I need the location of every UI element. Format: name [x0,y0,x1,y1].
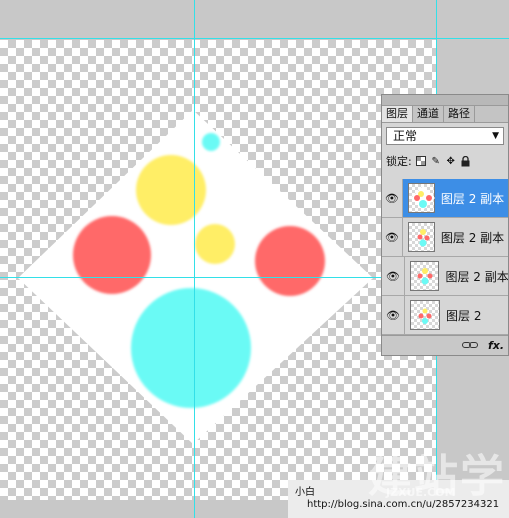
circle-yellow-small [195,224,235,264]
layer-name: 图层 2 副本 [445,269,508,284]
lock-all-icon[interactable] [460,155,472,167]
circle-yellow-large [136,155,206,225]
layer-row[interactable]: 👁 图层 2 副本 2 [382,218,508,257]
layer-row[interactable]: 👁 图层 2 [382,296,508,335]
blend-mode-value: 正常 [393,129,418,143]
guide-horizontal-top[interactable] [0,38,509,39]
circle-cyan-small [202,133,220,151]
author-caption: 小白 [295,487,315,498]
guide-vertical[interactable] [194,0,195,518]
artwork [18,110,373,444]
eye-icon[interactable]: 👁 [382,296,405,334]
chevron-down-icon: ▼ [492,131,499,141]
panel-tabs: 图层 通道 路径 [382,106,508,123]
layer-name: 图层 2 [446,308,482,323]
panel-titlebar[interactable] [382,95,508,106]
lock-move-icon[interactable]: ✥ [445,155,457,167]
circle-cyan-large [131,288,251,408]
circle-red-left [73,216,151,294]
lock-brush-icon[interactable]: ✎ [430,155,442,167]
eye-icon[interactable]: 👁 [382,257,405,295]
circle-red-right [255,226,325,296]
tab-channels[interactable]: 通道 [413,106,444,122]
eye-icon[interactable]: 👁 [382,179,403,217]
layers-panel: 图层 通道 路径 正常 ▼ 锁定: ✎ ✥ 👁 图层 2 副本 3 👁 [381,94,509,356]
layer-row[interactable]: 👁 图层 2 副本 [382,257,508,296]
tab-paths[interactable]: 路径 [444,106,475,122]
tab-layers[interactable]: 图层 [382,106,413,122]
eye-icon[interactable]: 👁 [382,218,403,256]
blog-url[interactable]: http://blog.sina.com.cn/u/2857234321 [307,499,499,510]
fx-icon[interactable]: fx. [488,339,504,352]
layers-list: 👁 图层 2 副本 3 👁 图层 2 副本 2 👁 图层 2 副本 👁 [382,179,508,335]
layer-row[interactable]: 👁 图层 2 副本 3 [382,179,508,218]
layer-thumbnail [410,300,440,330]
layer-name: 图层 2 副本 3 [440,191,508,206]
lock-label: 锁定: [386,155,412,168]
link-icon[interactable] [461,339,478,352]
blend-mode-select[interactable]: 正常 ▼ [386,127,504,145]
lock-transparent-icon[interactable] [415,155,427,167]
layer-thumbnail [407,183,435,213]
layer-thumbnail [409,261,440,291]
lock-row: 锁定: ✎ ✥ [386,153,506,169]
layer-name: 图层 2 副本 2 [440,230,508,245]
layer-thumbnail [407,222,435,252]
watermark-subtext: JZXUE.COM [386,486,456,499]
panel-bottom-bar: fx. [382,335,508,355]
